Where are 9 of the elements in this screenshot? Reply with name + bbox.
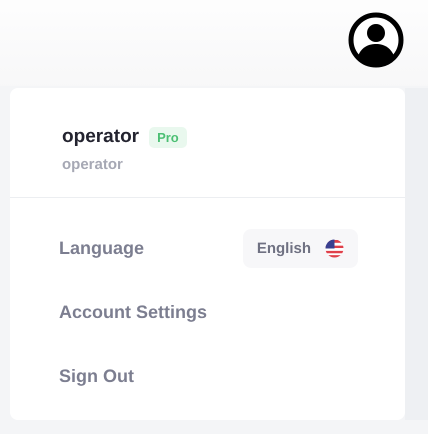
flag-icon [325, 238, 344, 258]
language-selector[interactable]: English [242, 228, 358, 268]
user-name: operator [62, 126, 140, 148]
user-subtitle: operator [62, 156, 124, 173]
menu-item[interactable]: Language [59, 238, 144, 258]
user-avatar-icon[interactable] [348, 12, 404, 68]
menu-item[interactable]: Sign Out [59, 366, 134, 386]
plan-badge: Pro [149, 126, 187, 148]
menu-item[interactable]: Account Settings [59, 302, 208, 322]
